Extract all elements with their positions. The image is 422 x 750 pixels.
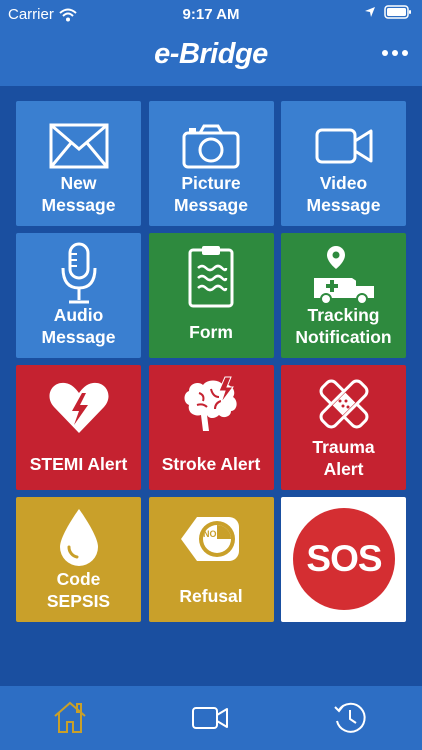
microphone-icon (16, 241, 141, 307)
battery-icon (384, 5, 411, 19)
status-bar: Carrier 9:17 AM (0, 0, 422, 30)
stroke-alert-tile[interactable]: Stroke Alert (148, 365, 274, 490)
tile-label: Picture Message (174, 173, 248, 215)
tab-home[interactable] (52, 700, 88, 739)
video-camera-icon (192, 707, 228, 729)
crossed-bandage-icon (281, 371, 406, 437)
more-dot (382, 50, 388, 56)
sos-icon: SOS (293, 508, 395, 610)
more-dot (402, 50, 408, 56)
stemi-alert-tile[interactable]: STEMI Alert (16, 365, 141, 490)
history-icon (334, 702, 366, 733)
navigation-bar: e-Bridge (0, 30, 422, 86)
refusal-tile[interactable]: NO Refusal (148, 497, 274, 622)
tile-label: New Message (41, 173, 116, 215)
ambulance-location-icon (281, 241, 406, 307)
tile-label: Audio Message (41, 305, 116, 347)
video-message-tile[interactable]: Video Message (281, 101, 406, 226)
app-logo: e-Bridge (154, 38, 268, 70)
svg-text:NO: NO (203, 529, 217, 539)
video-camera-icon (281, 115, 406, 177)
tile-label: Code SEPSIS (46, 569, 111, 611)
envelope-icon (16, 115, 141, 177)
more-dot (392, 50, 398, 56)
clipboard-icon (149, 241, 274, 311)
audio-message-tile[interactable]: Audio Message (16, 233, 141, 358)
tile-label: Video Message (306, 173, 381, 215)
brain-bolt-icon (149, 373, 274, 439)
status-right (364, 5, 412, 19)
action-grid: New Message Picture Message Video Messag… (16, 101, 406, 622)
tile-label: Tracking Notification (295, 305, 392, 347)
new-message-tile[interactable]: New Message (16, 101, 141, 226)
trauma-alert-tile[interactable]: Trauma Alert (281, 365, 406, 490)
more-options-button[interactable] (382, 50, 408, 56)
form-tile[interactable]: Form (148, 233, 274, 358)
heart-bolt-icon (16, 375, 141, 439)
tile-label: Form (189, 322, 233, 342)
tile-label: Trauma Alert (312, 437, 375, 479)
tile-label: Refusal (179, 586, 243, 606)
tab-bar (0, 686, 422, 750)
location-arrow-icon (365, 7, 375, 17)
tile-label: Stroke Alert (161, 454, 261, 474)
no-tag-icon: NO (149, 507, 274, 571)
droplet-icon (16, 505, 141, 569)
picture-message-tile[interactable]: Picture Message (148, 101, 274, 226)
home-icon (54, 701, 86, 733)
tab-video[interactable] (192, 706, 228, 735)
tile-label: STEMI Alert (29, 454, 128, 474)
sos-tile[interactable]: SOS (281, 497, 406, 622)
code-sepsis-tile[interactable]: Code SEPSIS (16, 497, 141, 622)
tracking-notification-tile[interactable]: Tracking Notification (281, 233, 406, 358)
tab-history[interactable] (333, 701, 367, 740)
camera-icon (149, 115, 274, 177)
clock: 9:17 AM (182, 6, 240, 23)
